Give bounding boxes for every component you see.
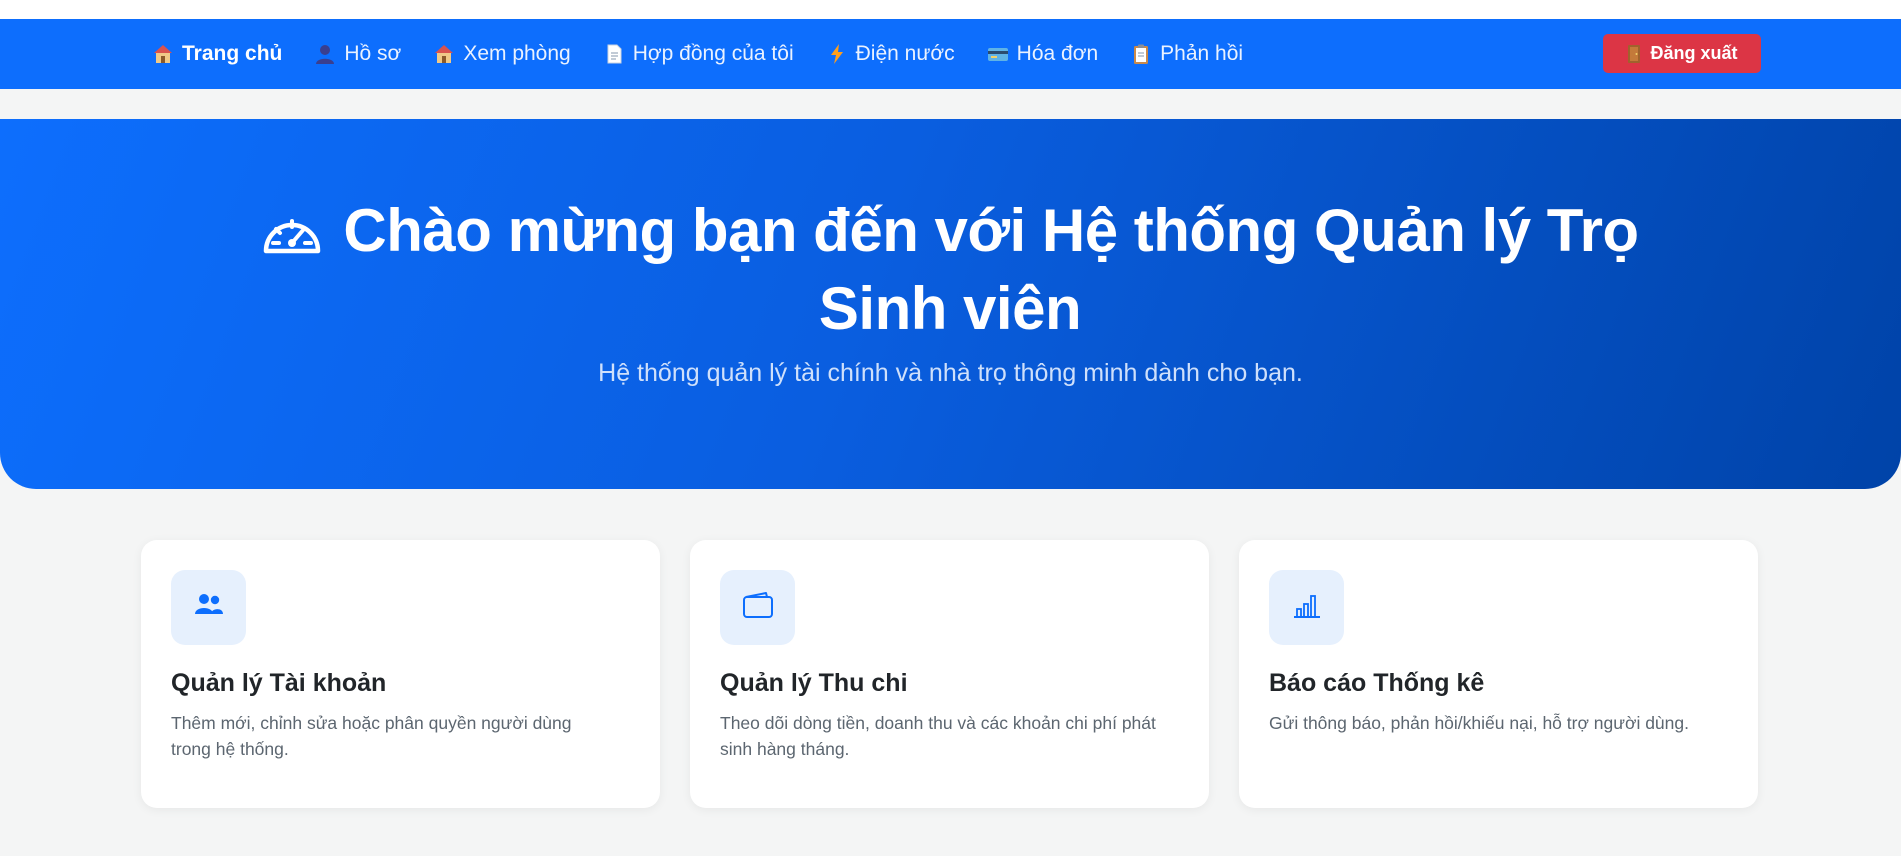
nav-item-contracts[interactable]: Hợp đồng của tôi	[603, 42, 794, 66]
hero-subtitle: Hệ thống quản lý tài chính và nhà trọ th…	[598, 359, 1303, 387]
nav-item-utilities[interactable]: Điện nước	[826, 42, 955, 66]
nav-item-label: Hợp đồng của tôi	[632, 42, 794, 65]
nav-item-home[interactable]: Trang chủ	[152, 42, 282, 66]
bar-chart-icon	[1292, 591, 1322, 624]
card-statistics-report[interactable]: Báo cáo Thống kê Gửi thông báo, phản hồi…	[1239, 540, 1758, 808]
hero-banner: Chào mừng bạn đến với Hệ thống Quản lý T…	[0, 119, 1901, 489]
user-icon	[314, 43, 336, 65]
logout-button[interactable]: Đăng xuất	[1603, 34, 1761, 73]
card-description: Thêm mới, chỉnh sửa hoặc phân quyền ngườ…	[171, 713, 572, 759]
top-strip	[0, 0, 1901, 19]
nav-item-feedback[interactable]: Phản hồi	[1130, 42, 1243, 66]
card-icon-box	[1269, 570, 1344, 645]
nav-item-label: Điện nước	[855, 42, 955, 65]
logout-label: Đăng xuất	[1650, 43, 1738, 63]
nav-item-label: Hóa đơn	[1016, 42, 1099, 65]
nav-item-label: Phản hồi	[1160, 42, 1244, 65]
credit-card-icon	[987, 43, 1009, 65]
hero-title-wrapper: Chào mừng bạn đến với Hệ thống Quản lý T…	[190, 195, 1710, 345]
door-icon	[1626, 44, 1642, 64]
card-title: Quản lý Tài khoản	[171, 669, 387, 697]
speedometer-icon	[261, 201, 323, 273]
nav-item-profile[interactable]: Hồ sơ	[314, 42, 401, 66]
card-account-management[interactable]: Quản lý Tài khoản Thêm mới, chỉnh sửa ho…	[141, 540, 660, 808]
clipboard-icon	[1130, 43, 1152, 65]
nav-item-label: Xem phòng	[463, 42, 571, 65]
card-icon-box	[171, 570, 246, 645]
nav-item-label: Trang chủ	[182, 42, 283, 65]
card-title: Quản lý Thu chi	[720, 669, 908, 697]
nav-item-label: Hồ sơ	[344, 42, 402, 65]
nav-items: Trang chủ Hồ sơ Xem phòng Hợp đồng của t…	[152, 19, 1275, 89]
card-description: Gửi thông báo, phản hồi/khiếu nại, hỗ tr…	[1269, 713, 1689, 733]
house-icon	[152, 43, 174, 65]
card-icon-box	[720, 570, 795, 645]
lightning-icon	[826, 43, 848, 65]
feature-cards: Quản lý Tài khoản Thêm mới, chỉnh sửa ho…	[141, 540, 1758, 808]
document-icon	[603, 43, 625, 65]
nav-item-rooms[interactable]: Xem phòng	[433, 42, 571, 66]
card-title: Báo cáo Thống kê	[1269, 669, 1485, 697]
nav-item-invoices[interactable]: Hóa đơn	[987, 42, 1099, 66]
people-icon	[194, 592, 224, 623]
wallet-icon	[742, 591, 774, 624]
hero-title: Chào mừng bạn đến với Hệ thống Quản lý T…	[343, 197, 1639, 342]
card-finance-management[interactable]: Quản lý Thu chi Theo dõi dòng tiền, doan…	[690, 540, 1209, 808]
house-icon	[433, 43, 455, 65]
card-description: Theo dõi dòng tiền, doanh thu và các kho…	[720, 713, 1156, 759]
navbar: Trang chủ Hồ sơ Xem phòng Hợp đồng của t…	[0, 19, 1901, 89]
